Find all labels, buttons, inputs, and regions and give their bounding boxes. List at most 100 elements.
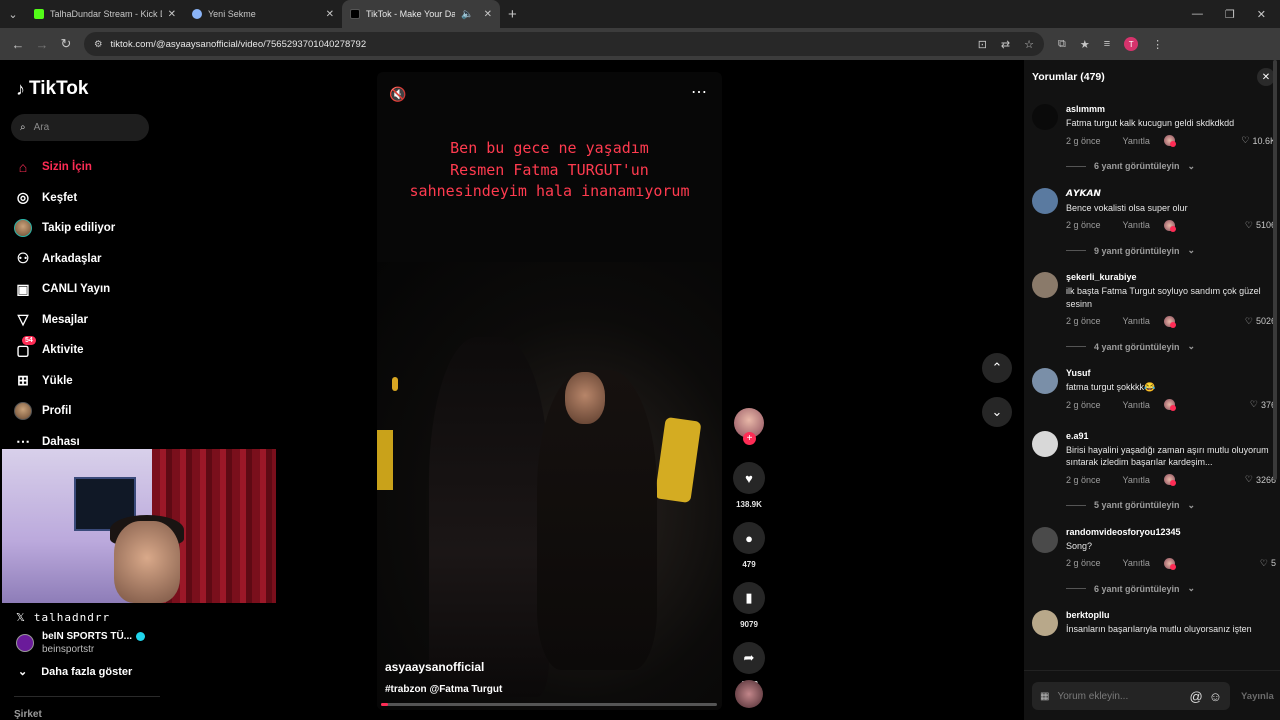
tab-tiktok[interactable]: TikTok - Make Your Day 🔈 ✕ — [342, 0, 500, 28]
comment-username[interactable]: şekerli_kurabiye — [1066, 272, 1276, 282]
comment-like-button[interactable]: ♡ 3266 — [1245, 474, 1276, 485]
bookmark-icon[interactable]: ▮ — [733, 582, 765, 614]
reply-button[interactable]: Yanıtla — [1123, 558, 1150, 568]
creator-avatar[interactable]: + — [734, 408, 764, 445]
sidebar-item-activity[interactable]: ▢ 54 Aktivite — [14, 335, 154, 366]
footer-company[interactable]: Şirket — [14, 709, 42, 720]
minimize-icon[interactable]: — — [1192, 8, 1203, 21]
speaker-icon[interactable]: 🔈 — [461, 9, 473, 20]
reply-button[interactable]: Yanıtla — [1123, 475, 1150, 485]
view-replies-button[interactable]: 6 yanıt görüntüleyin ⌄ — [1066, 583, 1276, 594]
extensions-icon[interactable]: ⧉ — [1058, 38, 1066, 51]
comment-like-button[interactable]: ♡ 5026 — [1245, 316, 1276, 327]
share-icon[interactable]: ➦ — [733, 642, 765, 674]
bookmark-star-icon[interactable]: ☆ — [1024, 38, 1034, 51]
comment: randomvideosforyou12345 Song? 2 g önce Y… — [1032, 526, 1276, 570]
sidebar-item-explore[interactable]: ◎ Keşfet — [14, 183, 154, 214]
reply-button[interactable]: Yanıtla — [1123, 220, 1150, 230]
comment-username[interactable]: randomvideosforyou12345 — [1066, 527, 1276, 537]
view-replies-label: 4 yanıt görüntüleyin — [1094, 341, 1180, 352]
sidebar-item-label: CANLI Yayın — [42, 283, 111, 296]
comment-username[interactable]: berktopllu — [1066, 610, 1276, 620]
avatar[interactable] — [1032, 368, 1058, 394]
comment-username[interactable]: 𝘼𝙔𝙆𝘼𝙉 — [1066, 188, 1276, 199]
close-tab-icon[interactable]: ✕ — [484, 9, 492, 20]
sidebar-item-messages[interactable]: ▽ Mesajlar — [14, 305, 154, 336]
view-replies-button[interactable]: 4 yanıt görüntüleyin ⌄ — [1066, 341, 1276, 352]
comment-icon[interactable]: ● — [733, 522, 765, 554]
sidebar-item-friends[interactable]: ⚇ Arkadaşlar — [14, 244, 154, 275]
avatar[interactable] — [1032, 526, 1058, 553]
previous-video-button[interactable]: ⌃ — [982, 353, 1012, 383]
translate-icon[interactable]: ⇄ — [1001, 38, 1010, 51]
following-account[interactable]: beIN SPORTS TÜ... beinsportstr — [16, 630, 146, 656]
tab-kick[interactable]: TalhaDundar Stream - Kick Das ✕ — [26, 0, 184, 28]
reply-button[interactable]: Yanıtla — [1123, 400, 1150, 410]
sidebar-item-for-you[interactable]: ⌂ Sizin İçin — [14, 152, 154, 183]
comment-username[interactable]: aslımmm — [1066, 104, 1276, 114]
comments-scrollbar[interactable] — [1273, 60, 1277, 480]
reload-icon[interactable]: ↻ — [54, 36, 78, 52]
close-tab-icon[interactable]: ✕ — [168, 9, 176, 20]
comment-like-button[interactable]: ♡ 10.6K — [1241, 135, 1276, 146]
video-author[interactable]: asyaaysanofficial — [385, 660, 484, 674]
view-replies-button[interactable]: 9 yanıt görüntüleyin ⌄ — [1066, 245, 1276, 256]
view-replies-label: 9 yanıt görüntüleyin — [1094, 245, 1180, 256]
comment-like-button[interactable]: ♡ 5106 — [1245, 220, 1276, 231]
search-input[interactable]: ⌕ Ara — [11, 114, 149, 141]
profile-avatar[interactable]: T — [1124, 37, 1139, 51]
view-replies-button[interactable]: 6 yanıt görüntüleyin ⌄ — [1066, 161, 1276, 172]
media-icon[interactable]: ≡ — [1104, 38, 1110, 50]
music-disc-icon[interactable] — [735, 680, 763, 708]
forward-icon[interactable]: → — [30, 37, 54, 52]
avatar[interactable] — [1032, 187, 1058, 214]
video-progress-bar[interactable] — [381, 703, 717, 706]
heart-icon[interactable]: ♥ — [733, 462, 765, 494]
sticker-icon[interactable]: ▦ — [1040, 691, 1049, 702]
tab-new[interactable]: Yeni Sekme ✕ — [184, 0, 342, 28]
follow-plus-icon[interactable]: + — [743, 432, 756, 445]
sidebar-item-upload[interactable]: ⊞ Yükle — [14, 366, 154, 397]
reply-button[interactable]: Yanıtla — [1123, 136, 1150, 146]
video-tags[interactable]: #trabzon @Fatma Turgut — [385, 684, 502, 695]
view-replies-button[interactable]: 5 yanıt görüntüleyin ⌄ — [1066, 500, 1276, 511]
tiktok-note-icon: ♪ — [16, 78, 25, 99]
sidebar-item-label: Dahası — [42, 435, 80, 448]
mention-icon[interactable]: @ — [1190, 689, 1203, 704]
bookmarks-icon[interactable]: ★ — [1080, 38, 1090, 51]
avatar[interactable] — [1032, 430, 1058, 457]
sidebar-item-live[interactable]: ▣ CANLI Yayın — [14, 274, 154, 305]
close-window-icon[interactable]: ✕ — [1257, 8, 1266, 21]
address-bar[interactable]: ⚙ tiktok.com/@asyaaysanofficial/video/75… — [84, 32, 1044, 56]
menu-icon[interactable]: ⋮ — [1152, 38, 1163, 51]
close-tab-icon[interactable]: ✕ — [326, 9, 334, 20]
post-comment-button[interactable]: Yayınla — [1241, 691, 1274, 702]
sidebar-item-following[interactable]: Takip ediliyor — [14, 213, 154, 244]
video-player[interactable]: 🔇 ⋯ Ben bu gece ne yaşadım Resmen Fatma … — [377, 72, 722, 710]
comment-username[interactable]: Yusuf — [1066, 368, 1276, 378]
back-icon[interactable]: ← — [6, 37, 30, 52]
restore-icon[interactable]: ❐ — [1225, 8, 1235, 21]
avatar[interactable] — [1032, 610, 1058, 636]
avatar[interactable] — [1032, 272, 1058, 298]
site-info-icon[interactable]: ⚙ — [94, 39, 103, 50]
install-app-icon[interactable]: ⊡ — [978, 38, 987, 51]
more-options-icon[interactable]: ⋯ — [691, 82, 708, 102]
avatar[interactable] — [1032, 104, 1058, 130]
sidebar-item-profile[interactable]: Profil — [14, 396, 154, 427]
mute-icon[interactable]: 🔇 — [389, 86, 406, 103]
sidebar-divider — [14, 696, 160, 697]
streamer-handle-text: talhadndrr — [33, 611, 111, 624]
show-more-button[interactable]: ⌄ Daha fazla göster — [18, 665, 133, 679]
emoji-icon[interactable]: ☺ — [1209, 689, 1222, 704]
view-replies-label: 6 yanıt görüntüleyin — [1094, 583, 1180, 594]
comment-input[interactable]: ▦ Yorum ekleyin... @ ☺ — [1032, 682, 1230, 710]
new-tab-button[interactable]: + — [500, 6, 525, 23]
next-video-button[interactable]: ⌄ — [982, 397, 1012, 427]
tab-search-icon[interactable]: ⌄ — [0, 0, 26, 28]
comment-username[interactable]: e.a91 — [1066, 431, 1276, 441]
reply-button[interactable]: Yanıtla — [1123, 316, 1150, 326]
show-more-label: Daha fazla göster — [41, 665, 133, 678]
comment-like-button[interactable]: ♡ 5 — [1260, 558, 1276, 569]
tiktok-logo[interactable]: ♪ TikTok — [16, 78, 88, 100]
